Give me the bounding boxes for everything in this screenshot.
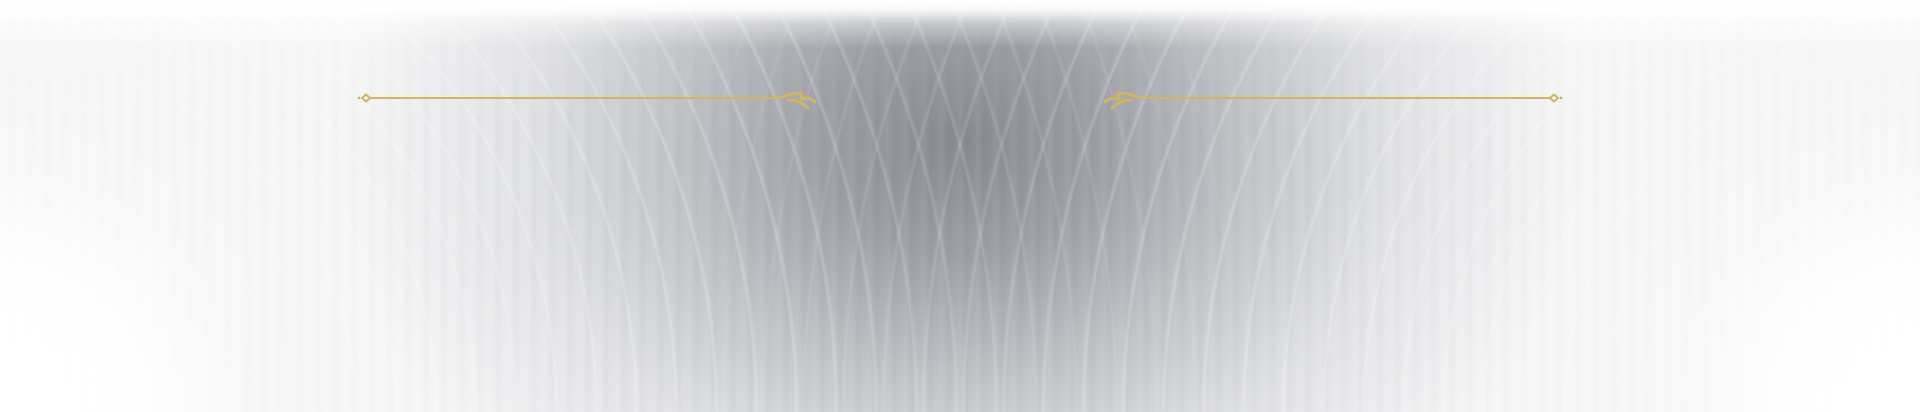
background-top-fade bbox=[0, 0, 1920, 412]
flourish-line-right-icon bbox=[1102, 88, 1564, 110]
background-glow-right bbox=[0, 0, 1920, 412]
background-rings-left bbox=[0, 0, 1920, 412]
background-rings-right bbox=[0, 0, 1920, 412]
flourish-line-left-icon bbox=[356, 88, 818, 110]
background-glow-left bbox=[0, 0, 1920, 412]
flourish-line-right-svg bbox=[1103, 91, 1563, 110]
background-radial-gradient bbox=[0, 0, 1920, 412]
banner-background bbox=[0, 0, 1920, 412]
background-texture bbox=[0, 0, 1920, 412]
flourish-line-left-svg bbox=[357, 91, 817, 110]
